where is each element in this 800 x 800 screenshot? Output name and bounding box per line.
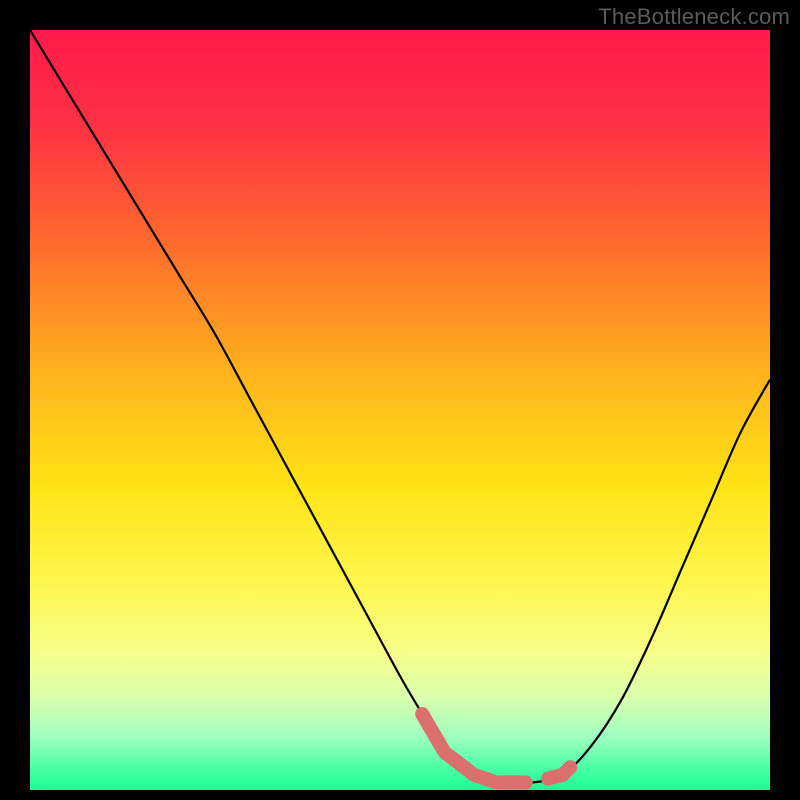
watermark-text: TheBottleneck.com	[598, 4, 790, 30]
chart-frame: TheBottleneck.com	[0, 0, 800, 800]
bottleneck-chart	[0, 0, 800, 800]
